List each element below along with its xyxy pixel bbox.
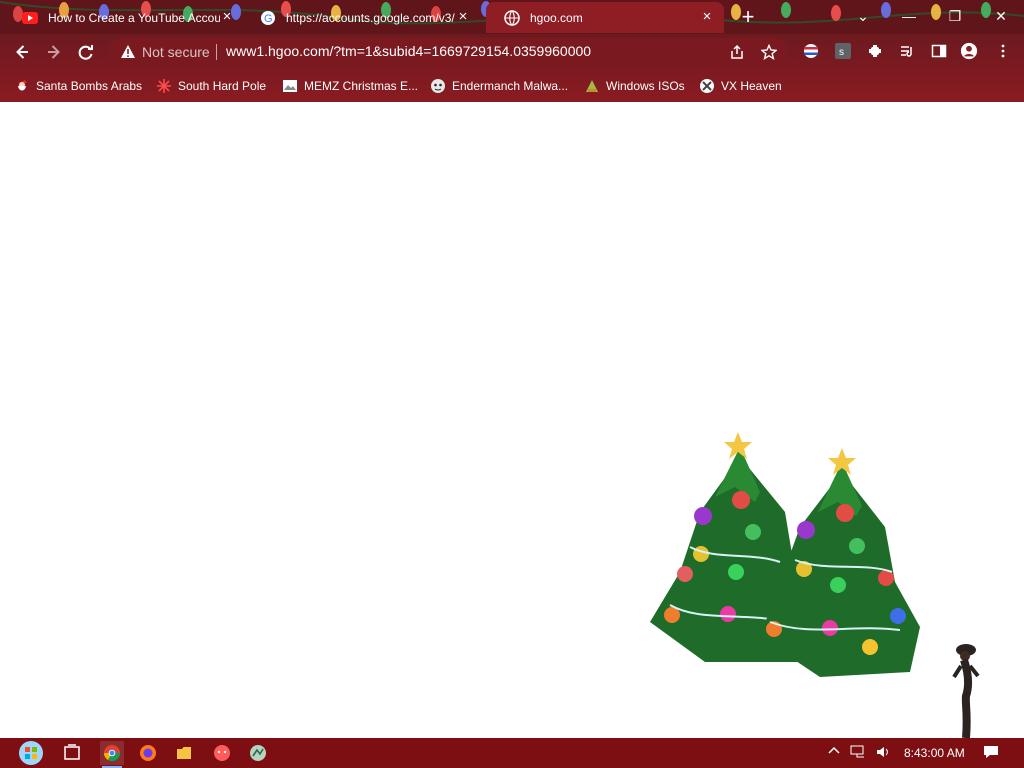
svg-text:s: s (839, 47, 844, 58)
close-icon[interactable]: × (700, 9, 714, 24)
bookmark-santa-bombs-arabs[interactable]: Santa Bombs Arabs (14, 77, 142, 95)
mascot-icon (430, 78, 446, 94)
close-icon[interactable]: × (456, 9, 470, 24)
bookmark-endermanch-malware[interactable]: Endermanch Malwa... (430, 77, 568, 95)
bookmark-label: South Hard Pole (178, 79, 267, 93)
volume-icon[interactable] (876, 745, 892, 762)
address-url[interactable]: www1.hgoo.com/?tm=1&subid4=1669729154.03… (226, 43, 591, 59)
tab-search-button[interactable]: ⌄ (851, 6, 875, 26)
toolbar: Not secure www1.hgoo.com/?tm=1&subid4=16… (0, 34, 1024, 70)
address-divider (216, 44, 217, 60)
bookmark-label: Santa Bombs Arabs (36, 79, 143, 93)
task-view-icon[interactable] (60, 741, 84, 765)
browser-menu-icon[interactable] (994, 42, 1012, 60)
santa-icon (14, 78, 30, 94)
chrome-icon[interactable] (100, 741, 124, 768)
side-panel-icon[interactable] (930, 42, 948, 60)
taskbar-clock: 8:43:00 AM (904, 746, 965, 760)
globe-icon (504, 9, 520, 26)
malware-app-icon[interactable] (210, 741, 234, 765)
new-tab-button[interactable]: + (738, 6, 758, 28)
network-icon[interactable] (850, 745, 868, 762)
show-hidden-icons-icon[interactable] (828, 745, 840, 760)
tab-title: hgoo.com (530, 10, 583, 25)
tab-title: https://accounts.google.com/v3/ (286, 10, 455, 25)
folder-icon (584, 78, 600, 94)
image-icon (282, 78, 298, 94)
bookmark-star-icon[interactable] (760, 43, 778, 61)
security-label: Not secure (142, 44, 210, 60)
bookmark-memz-christmas[interactable]: MEMZ Christmas E... (282, 77, 418, 95)
christmas-trees-decoration (650, 432, 980, 739)
snowflake-icon (156, 78, 172, 94)
page-content (0, 102, 1024, 739)
extension-s-icon[interactable]: s (834, 42, 852, 60)
dancing-figure (952, 644, 980, 739)
bookmark-label: Endermanch Malwa... (452, 79, 569, 93)
share-icon[interactable] (728, 43, 746, 61)
warning-icon (121, 45, 135, 58)
bookmark-windows-isos[interactable]: Windows ISOs (584, 77, 685, 95)
vx-icon (699, 78, 715, 94)
reload-button[interactable] (74, 40, 98, 64)
extension-flag-icon[interactable] (802, 42, 820, 60)
bookmark-south-hard-pole[interactable]: South Hard Pole (156, 77, 266, 95)
tab-google-accounts[interactable]: G https://accounts.google.com/v3/ × (242, 2, 480, 33)
media-control-icon[interactable] (898, 42, 916, 60)
svg-text:G: G (264, 13, 273, 25)
close-window-button[interactable]: ✕ (989, 6, 1013, 26)
start-button[interactable] (16, 738, 46, 768)
tab-title: How to Create a YouTube Accou (48, 10, 220, 25)
restore-button[interactable]: ❐ (943, 6, 967, 26)
explorer-icon[interactable] (172, 741, 196, 765)
back-button[interactable] (10, 40, 34, 64)
tab-hgoo[interactable]: hgoo.com × (486, 2, 724, 33)
close-icon[interactable]: × (220, 9, 234, 24)
tab-strip: How to Create a YouTube Accou × G https:… (0, 0, 1024, 34)
bookmark-label: Windows ISOs (606, 79, 685, 93)
address-bar[interactable]: Not secure www1.hgoo.com/?tm=1&subid4=16… (108, 38, 788, 66)
bookmark-label: MEMZ Christmas E... (304, 79, 419, 93)
tab-youtube[interactable]: How to Create a YouTube Accou × (4, 2, 244, 33)
extensions-icon[interactable] (866, 42, 884, 60)
browser-chrome: How to Create a YouTube Accou × G https:… (0, 0, 1024, 102)
bookmark-vx-heaven[interactable]: VX Heaven (699, 77, 782, 95)
youtube-icon (22, 10, 38, 26)
profile-avatar-icon[interactable] (960, 42, 978, 60)
minimize-button[interactable]: — (897, 6, 921, 26)
firefox-icon[interactable] (136, 741, 160, 765)
google-icon: G (260, 10, 276, 26)
notifications-icon[interactable] (983, 745, 999, 762)
taskbar: 8:43:00 AM (0, 738, 1024, 768)
network-app-icon[interactable] (246, 741, 270, 765)
bookmark-label: VX Heaven (721, 79, 782, 93)
forward-button[interactable] (42, 40, 66, 64)
bookmarks-bar: Santa Bombs Arabs South Hard Pole MEMZ C… (0, 70, 1024, 102)
